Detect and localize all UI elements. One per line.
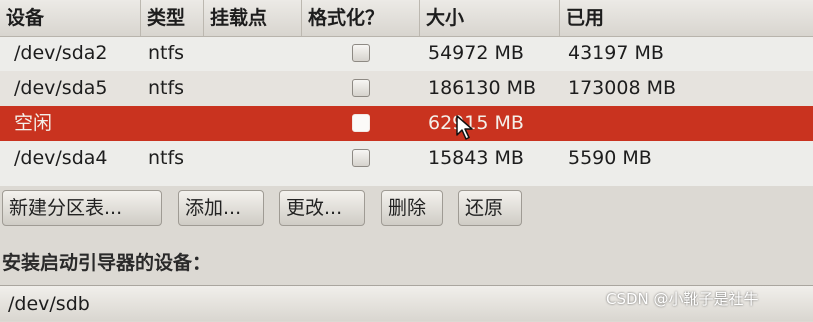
header-format[interactable]: 格式化？ [302,0,420,36]
header-type[interactable]: 类型 [141,0,204,36]
table-header: 设备 类型 挂载点 格式化？ 大小 已用 [0,0,813,37]
cell-device: 空闲 [14,112,53,134]
table-row[interactable]: /dev/sda4 ntfs 15843 MB 5590 MB [0,141,813,176]
new-partition-table-button[interactable]: 新建分区表... [2,190,162,226]
cell-used: 43197 MB [568,42,664,64]
cell-size: 186130 MB [428,77,536,99]
boot-loader-device-label: 安装启动引导器的设备： [2,252,212,274]
cell-used: 173008 MB [568,77,676,99]
delete-partition-button[interactable]: 删除 [381,190,443,226]
watermark: CSDN @小靴子是社牛 [606,290,759,308]
cell-device: /dev/sda2 [14,42,108,64]
partition-button-bar: 新建分区表... 添加... 更改... 删除 还原 [0,186,813,232]
cell-used: 5590 MB [568,147,652,169]
header-used[interactable]: 已用 [560,0,813,36]
table-row[interactable]: /dev/sda2 ntfs 54972 MB 43197 MB [0,36,813,71]
header-mount[interactable]: 挂载点 [204,0,302,36]
revert-button[interactable]: 还原 [458,190,522,226]
cell-type: ntfs [148,77,185,99]
cell-size: 54972 MB [428,42,524,64]
cell-type: ntfs [148,147,185,169]
cell-size: 15843 MB [428,147,524,169]
format-checkbox[interactable] [352,79,370,97]
format-checkbox[interactable] [352,114,370,132]
cell-device: /dev/sda5 [14,77,108,99]
add-partition-button[interactable]: 添加... [178,190,264,226]
format-checkbox[interactable] [352,44,370,62]
cell-device: /dev/sda4 [14,147,108,169]
boot-device-value: /dev/sdb [8,293,90,315]
header-device[interactable]: 设备 [0,0,141,36]
partition-table: 设备 类型 挂载点 格式化？ 大小 已用 /dev/sda2 ntfs 5497… [0,0,813,186]
header-size[interactable]: 大小 [420,0,560,36]
table-row[interactable]: /dev/sda5 ntfs 186130 MB 173008 MB [0,71,813,106]
table-row-selected[interactable]: 空闲 62915 MB [0,106,813,141]
mouse-cursor-icon [456,115,473,140]
format-checkbox[interactable] [352,149,370,167]
cell-type: ntfs [148,42,185,64]
change-partition-button[interactable]: 更改... [279,190,365,226]
